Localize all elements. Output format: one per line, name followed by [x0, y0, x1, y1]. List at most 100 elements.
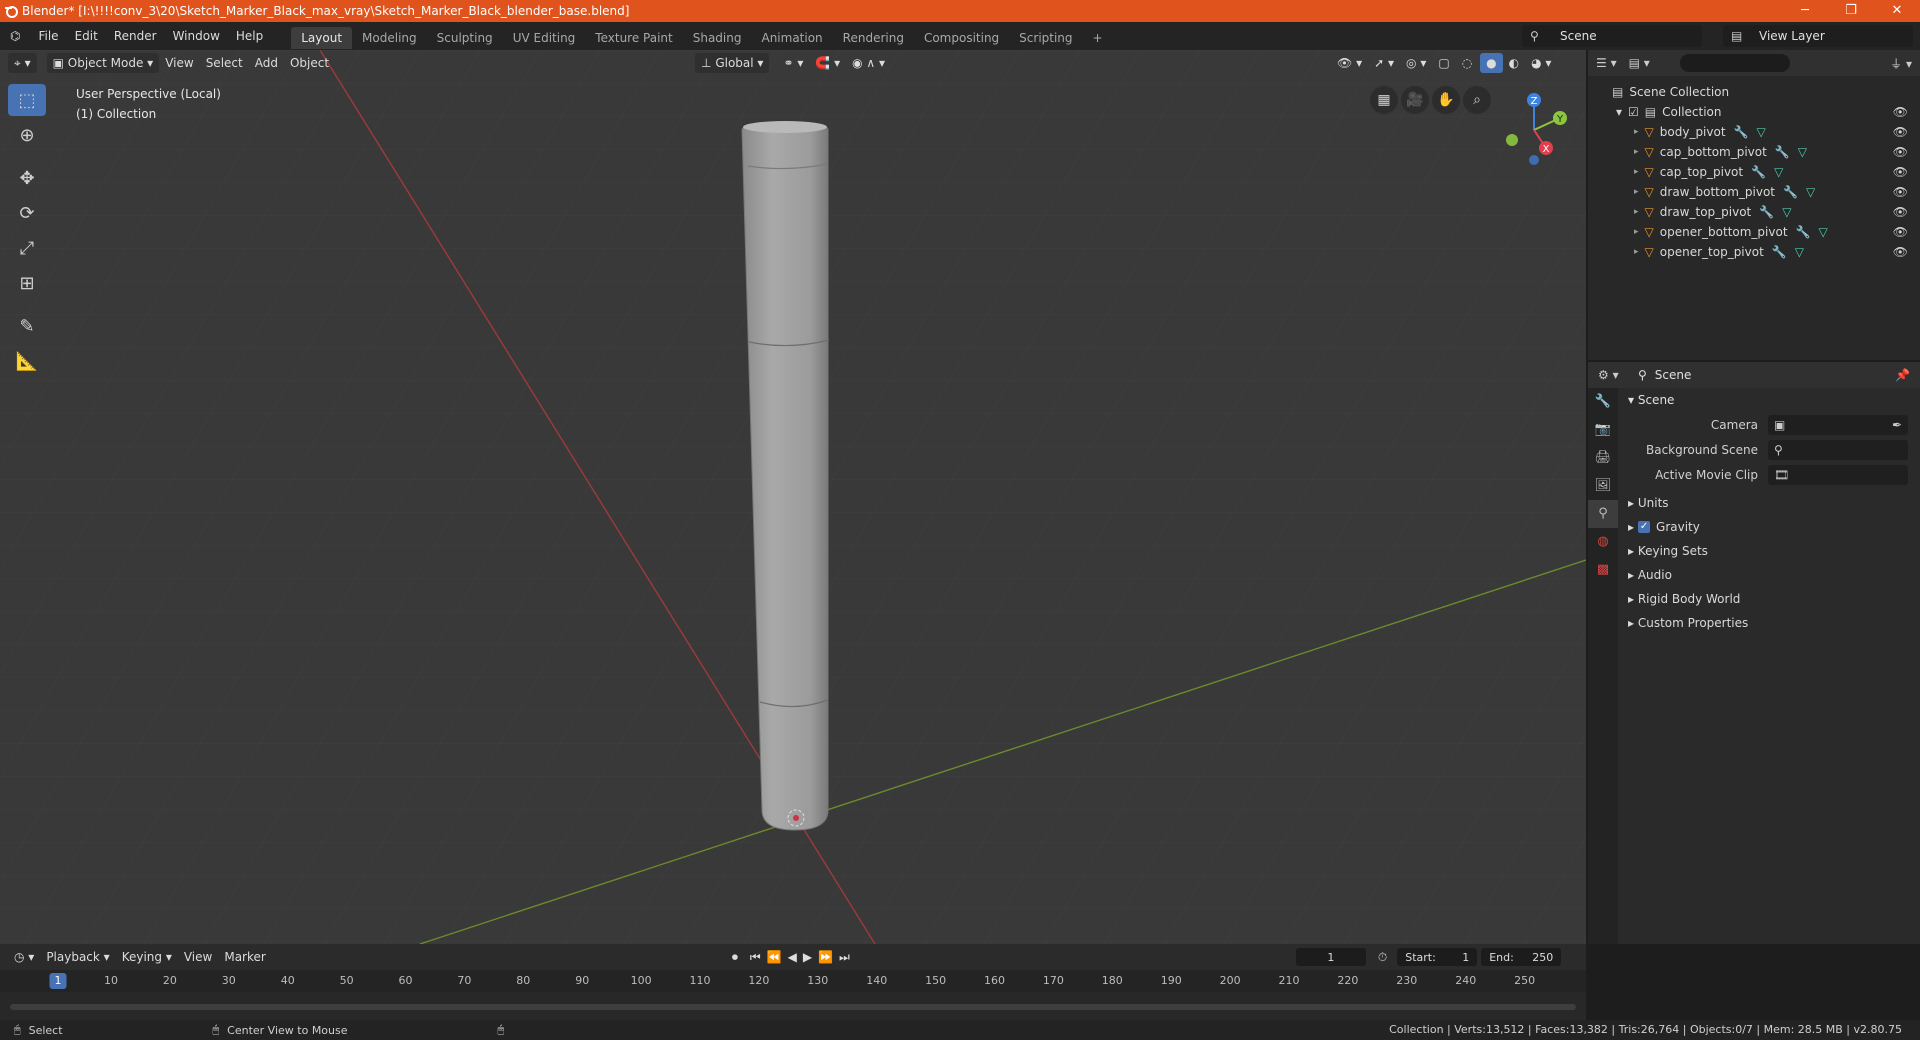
zoom-icon[interactable]: ⌕ [1463, 86, 1491, 114]
rendered-shading-icon[interactable]: ◕ ▾ [1525, 53, 1557, 73]
transform-tool-icon[interactable]: ⊞ [8, 267, 46, 299]
audio-panel[interactable]: ▸ Audio [1620, 563, 1920, 587]
custom-properties-panel[interactable]: ▸ Custom Properties [1620, 611, 1920, 635]
visibility-eye-icon[interactable]: 👁 [1893, 242, 1908, 262]
overlay-toggle-icon[interactable]: ◎ ▾ [1400, 53, 1432, 73]
scene-selector[interactable]: ⚲ Scene [1522, 25, 1702, 47]
outliner-search-input[interactable] [1679, 54, 1790, 72]
move-tool-icon[interactable]: ✥ [8, 162, 46, 194]
collection-row[interactable]: ▾ ☑ ▤ Collection 👁 [1588, 102, 1920, 122]
visibility-eye-icon[interactable]: 👁 [1893, 122, 1908, 142]
visibility-eye-icon[interactable]: 👁 [1893, 182, 1908, 202]
mesh-data-icon[interactable]: ▽ [1782, 202, 1791, 222]
next-keyframe-icon[interactable]: ⏩ [818, 950, 833, 964]
visibility-eye-icon[interactable]: 👁 [1893, 102, 1908, 122]
jump-end-icon[interactable]: ⏭ [839, 950, 850, 965]
pan-hand-icon[interactable]: ✋ [1432, 86, 1460, 114]
pivot-point-icon[interactable]: ⚭ ▾ [777, 53, 809, 73]
play-icon[interactable]: ▶ [803, 950, 812, 964]
current-frame-field[interactable]: 1 [1295, 948, 1366, 966]
tab-layout[interactable]: Layout [291, 26, 353, 49]
view-layer-selector[interactable]: ▤ View Layer [1723, 25, 1913, 47]
wireframe-shading-icon[interactable]: ◌ [1456, 53, 1478, 73]
current-frame-indicator[interactable]: 1 [49, 973, 67, 989]
snap-icon[interactable]: 🧲 ▾ [809, 53, 846, 73]
visibility-eye-icon[interactable]: 👁 [1893, 162, 1908, 182]
close-button[interactable]: ✕ [1874, 0, 1920, 22]
modifier-icon[interactable]: 🔧 [1734, 122, 1749, 142]
annotate-tool-icon[interactable]: ✎ [8, 310, 46, 342]
gizmo-toggle-icon[interactable]: ➚ ▾ [1368, 53, 1400, 73]
mesh-data-icon[interactable]: ▽ [1806, 182, 1815, 202]
units-panel[interactable]: ▸ Units [1620, 491, 1920, 515]
timeline-menu-playback[interactable]: Playback ▾ [40, 947, 115, 967]
mesh-data-icon[interactable]: ▽ [1757, 122, 1766, 142]
viewport-menu-select[interactable]: Select [200, 53, 249, 73]
gravity-panel[interactable]: ▸ ✓ Gravity [1620, 515, 1920, 539]
record-button-icon[interactable]: ⏺ [732, 950, 738, 965]
grid-view-icon[interactable]: ▦ [1370, 86, 1398, 114]
rigid-body-world-panel[interactable]: ▸ Rigid Body World [1620, 587, 1920, 611]
outliner-object-row[interactable]: ▸ ▽ draw_bottom_pivot 🔧 ▽ 👁 [1588, 182, 1920, 202]
expand-arrow-icon[interactable]: ▸ [1634, 222, 1639, 242]
minimize-button[interactable]: ─ [1782, 0, 1828, 22]
scene-tab-icon[interactable]: ⚲ [1588, 500, 1618, 528]
jump-start-icon[interactable]: ⏮ [750, 950, 761, 965]
filter-icon[interactable]: ⏚ ▾ [1890, 55, 1912, 72]
timeline-menu-keying[interactable]: Keying ▾ [116, 947, 178, 967]
expand-arrow-icon[interactable]: ▸ [1634, 142, 1639, 162]
xray-toggle-icon[interactable]: ▢ [1432, 53, 1455, 73]
scene-panel-header[interactable]: ▾ Scene [1620, 388, 1920, 412]
tab-sculpting[interactable]: Sculpting [427, 27, 503, 49]
expand-arrow-icon[interactable]: ▾ [1616, 102, 1622, 122]
timeline-editor-type-icon[interactable]: ◷ ▾ [8, 947, 40, 967]
tab-animation[interactable]: Animation [751, 27, 832, 49]
tab-scripting[interactable]: Scripting [1009, 27, 1082, 49]
scale-tool-icon[interactable]: ⤢ [8, 232, 46, 264]
maximize-button[interactable]: ❐ [1828, 0, 1874, 22]
tab-shading[interactable]: Shading [683, 27, 752, 49]
eyedropper-icon[interactable]: ✒ [1892, 418, 1902, 432]
blender-menu-icon[interactable]: ⌬ [0, 22, 30, 50]
cursor-tool-icon[interactable]: ⊕ [8, 119, 46, 151]
outliner-editor-type-icon[interactable]: ☰ ▾ [1596, 56, 1617, 70]
end-frame-field[interactable]: End: 250 [1481, 948, 1562, 966]
transform-orientation-selector[interactable]: ⊥ Global ▾ [695, 53, 770, 73]
modifier-icon[interactable]: 🔧 [1751, 162, 1766, 182]
render-tab-icon[interactable]: 📷 [1588, 416, 1618, 444]
prev-keyframe-icon[interactable]: ⏪ [767, 950, 782, 964]
timeline-menu-view[interactable]: View [178, 947, 218, 967]
visibility-icon[interactable]: 👁 ▾ [1331, 53, 1368, 73]
mesh-data-icon[interactable]: ▽ [1798, 142, 1807, 162]
outliner-object-row[interactable]: ▸ ▽ draw_top_pivot 🔧 ▽ 👁 [1588, 202, 1920, 222]
material-shading-icon[interactable]: ◐ [1503, 53, 1525, 73]
pin-icon[interactable]: 📌 [1895, 368, 1910, 382]
menu-edit[interactable]: Edit [67, 22, 106, 50]
texture-tab-icon[interactable]: ▩ [1588, 556, 1618, 584]
movie-clip-field[interactable]: 🎞 [1768, 464, 1908, 485]
output-tab-icon[interactable]: 🖨 [1588, 444, 1618, 472]
outliner-object-row[interactable]: ▸ ▽ cap_top_pivot 🔧 ▽ 👁 [1588, 162, 1920, 182]
outliner-object-row[interactable]: ▸ ▽ cap_bottom_pivot 🔧 ▽ 👁 [1588, 142, 1920, 162]
visibility-eye-icon[interactable]: 👁 [1893, 202, 1908, 222]
expand-arrow-icon[interactable]: ▸ [1634, 122, 1639, 142]
navigation-gizmo[interactable]: Z Y X [1494, 88, 1574, 168]
outliner-object-row[interactable]: ▸ ▽ opener_bottom_pivot 🔧 ▽ 👁 [1588, 222, 1920, 242]
menu-file[interactable]: File [30, 22, 66, 50]
mode-selector[interactable]: ▣ Object Mode ▾ [46, 53, 160, 73]
tab-texture-paint[interactable]: Texture Paint [585, 27, 682, 49]
timeline-scrollbar[interactable] [10, 1004, 1576, 1010]
tab-modeling[interactable]: Modeling [352, 27, 427, 49]
timeline-ruler[interactable]: 1 10 20 30 40 50 60 70 80 90 100 110 120 130 140 150 16… [0, 970, 1586, 992]
timeline-menu-marker[interactable]: Marker [218, 947, 271, 967]
solid-shading-icon[interactable]: ● [1480, 53, 1503, 73]
outliner-object-row[interactable]: ▸ ▽ body_pivot 🔧 ▽ 👁 [1588, 122, 1920, 142]
display-mode-icon[interactable]: ▤ ▾ [1629, 56, 1650, 70]
expand-arrow-icon[interactable]: ▸ [1634, 242, 1639, 262]
visibility-eye-icon[interactable]: 👁 [1893, 222, 1908, 242]
tool-tab-icon[interactable]: 🔧 [1588, 388, 1618, 416]
tab-uv-editing[interactable]: UV Editing [503, 27, 586, 49]
viewport-menu-object[interactable]: Object [284, 53, 335, 73]
modifier-icon[interactable]: 🔧 [1783, 182, 1798, 202]
measure-tool-icon[interactable]: 📐 [8, 345, 46, 377]
